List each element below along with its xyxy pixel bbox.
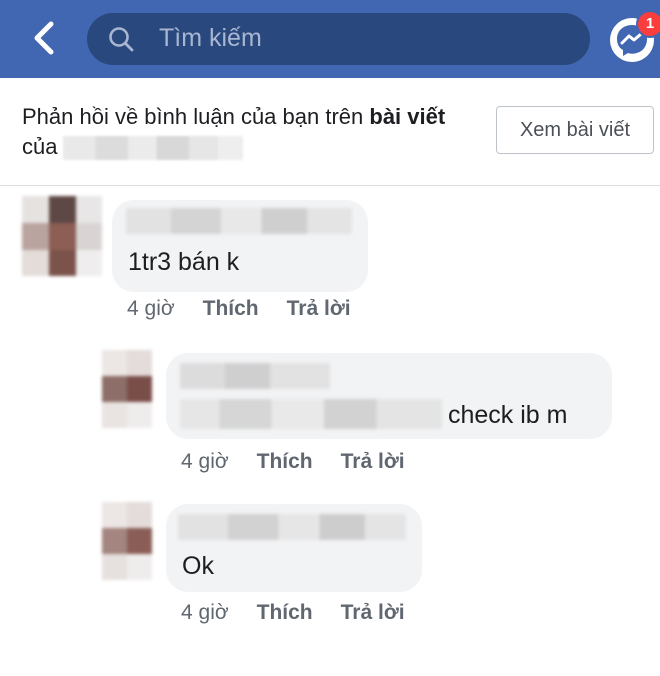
- comment-bubble[interactable]: Ok: [166, 504, 422, 592]
- blurred-commenter-name: [126, 208, 352, 234]
- search-input[interactable]: Tìm kiếm: [87, 13, 590, 65]
- comment-text: Ok: [182, 552, 214, 580]
- like-button[interactable]: Thích: [257, 450, 313, 474]
- blurred-commenter-name: [180, 363, 330, 389]
- back-button[interactable]: [26, 18, 62, 58]
- notice-text-prefix: Phản hồi về bình luận của bạn trên: [22, 104, 370, 129]
- search-placeholder: Tìm kiếm: [159, 24, 262, 52]
- comment-bubble[interactable]: 1tr3 bán k: [112, 200, 368, 292]
- chevron-left-icon: [34, 21, 54, 55]
- notice-text-suffix: của: [22, 134, 58, 159]
- comment-time: 4 giờ: [181, 450, 229, 473]
- comment-meta: 4 giờ Thích Trả lời: [127, 297, 379, 321]
- like-button[interactable]: Thích: [257, 601, 313, 625]
- messenger-button[interactable]: 1: [610, 10, 660, 62]
- like-button[interactable]: Thích: [203, 297, 259, 321]
- avatar[interactable]: [102, 350, 152, 428]
- notification-badge: 1: [636, 10, 660, 38]
- comment-bubble[interactable]: check ib m: [166, 353, 612, 439]
- notification-header: Phản hồi về bình luận của bạn trên bài v…: [0, 78, 660, 186]
- view-post-button[interactable]: Xem bài viết: [496, 106, 654, 154]
- comment-time: 4 giờ: [181, 601, 229, 624]
- blurred-username: [63, 136, 244, 161]
- reply-button[interactable]: Trả lời: [341, 450, 405, 474]
- search-icon: [109, 27, 134, 52]
- comment-meta: 4 giờ Thích Trả lời: [181, 601, 433, 625]
- blurred-commenter-name: [178, 514, 406, 540]
- avatar[interactable]: [22, 196, 102, 276]
- comment-text: 1tr3 bán k: [128, 248, 240, 276]
- comment-text: check ib m: [448, 401, 568, 429]
- notice-text-bold: bài viết: [369, 104, 446, 129]
- reply-button[interactable]: Trả lời: [341, 601, 405, 625]
- blurred-comment-text: [180, 399, 442, 429]
- avatar[interactable]: [102, 502, 152, 580]
- comment-meta: 4 giờ Thích Trả lời: [181, 450, 433, 474]
- reply-button[interactable]: Trả lời: [287, 297, 351, 321]
- top-navigation-bar: Tìm kiếm 1: [0, 0, 660, 78]
- notice-text: Phản hồi về bình luận của bạn trên bài v…: [22, 102, 482, 162]
- comment-time: 4 giờ: [127, 297, 175, 320]
